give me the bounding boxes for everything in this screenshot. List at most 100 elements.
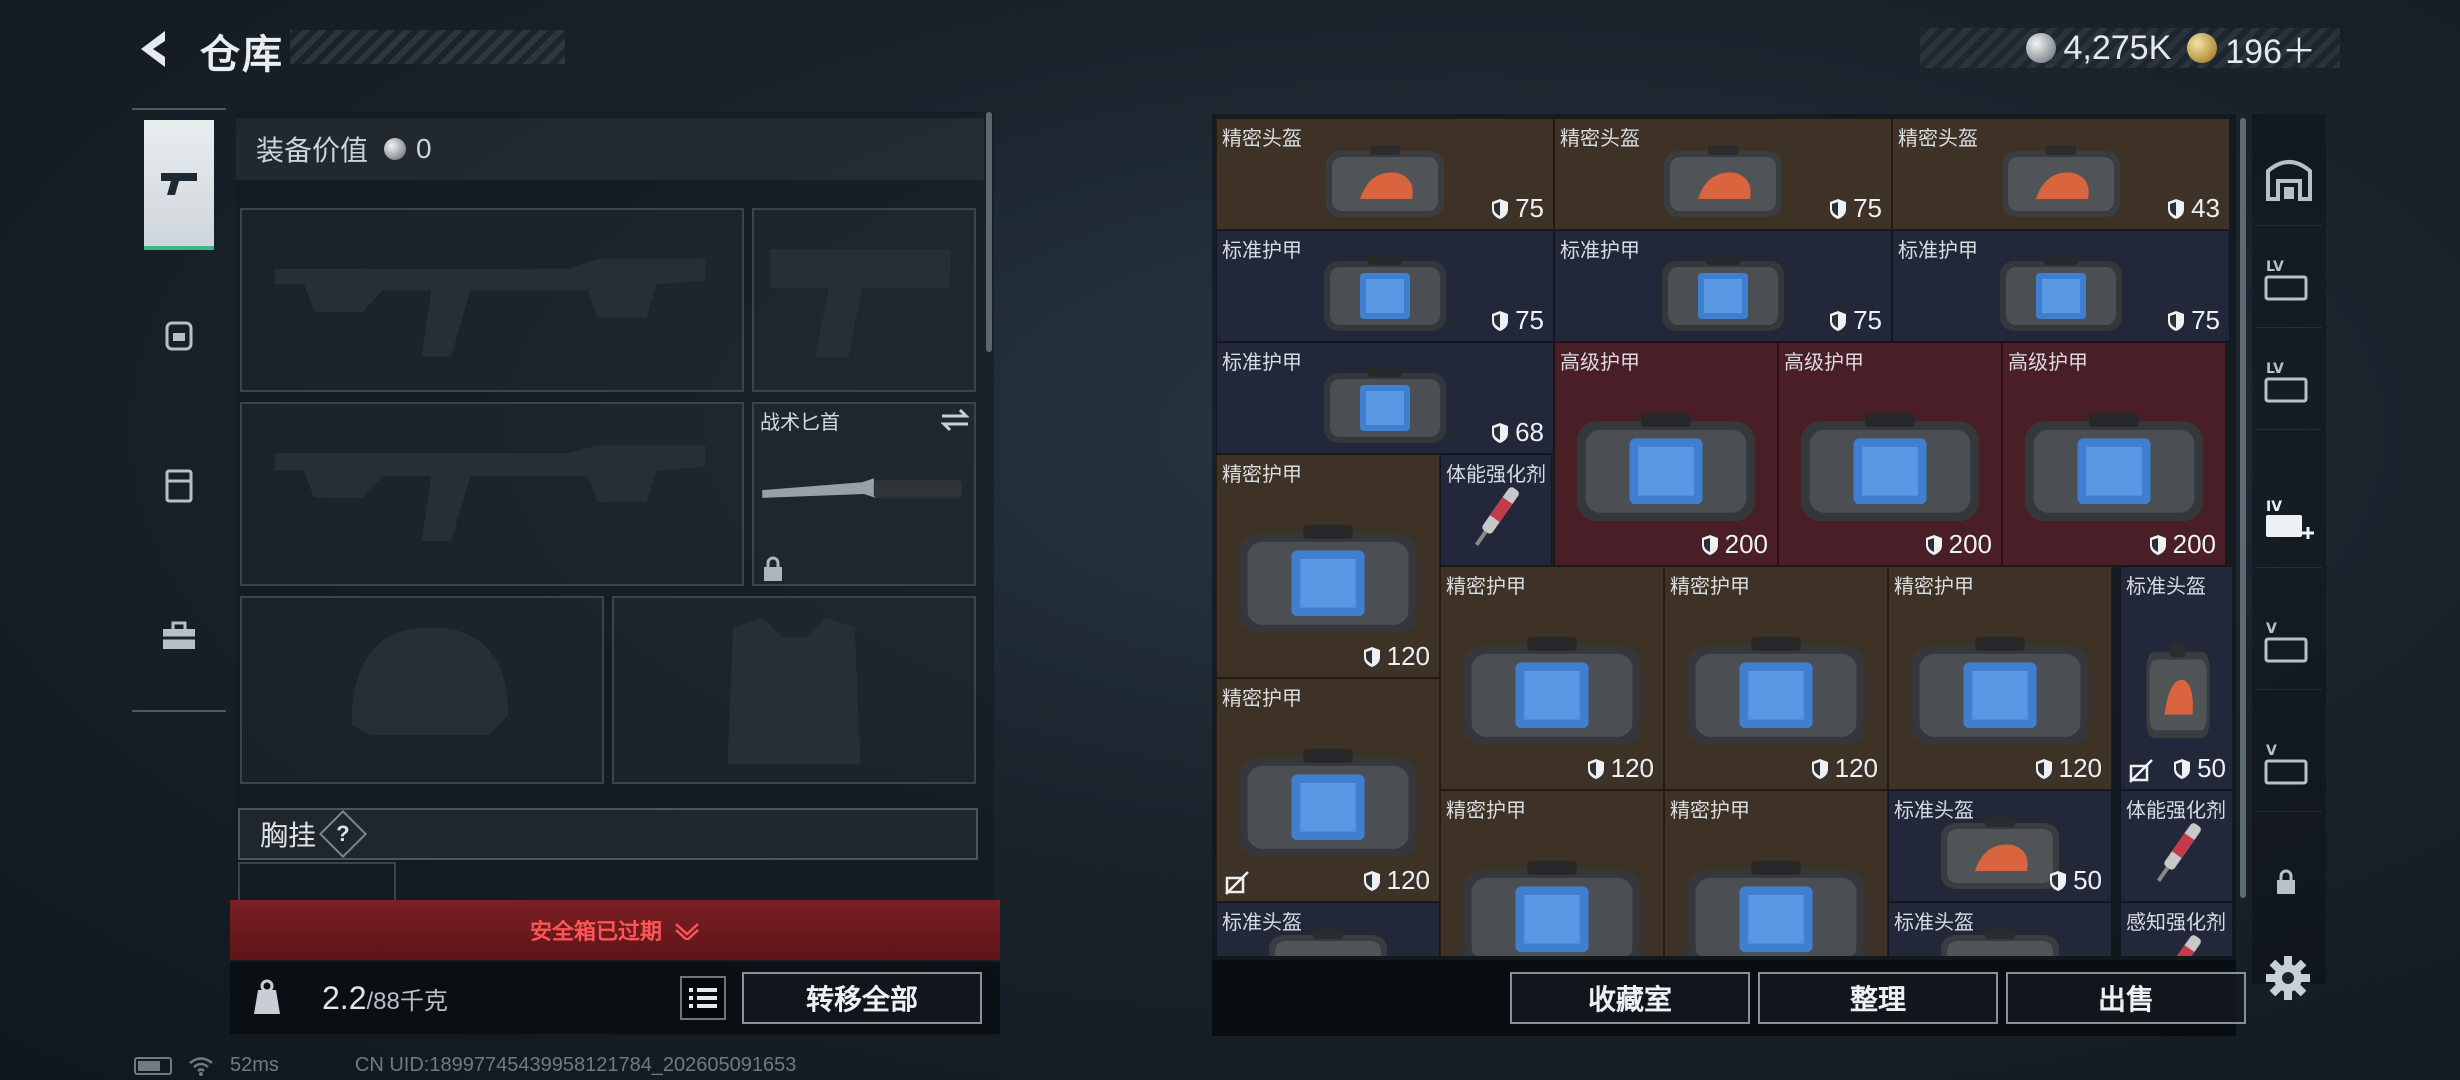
item-name: 标准护甲	[1222, 352, 1302, 374]
secondary-weapon-slot[interactable]	[752, 208, 976, 392]
collection-button[interactable]: 收藏室	[1510, 972, 1750, 1024]
sidebar-tab-weapons[interactable]	[144, 120, 214, 250]
storage-item[interactable]: 标准护甲 68	[1216, 342, 1554, 454]
armor-bag-icon	[1686, 861, 1866, 956]
chest-rig-slot[interactable]	[238, 862, 396, 902]
durability-shield-icon	[1492, 198, 1509, 219]
list-view-button[interactable]	[680, 976, 726, 1020]
sell-button[interactable]: 出售	[2006, 972, 2246, 1024]
user-uid: CN UID:18997745439958121784_202605091653	[354, 1054, 797, 1076]
storage-item[interactable]: 精密护甲	[1664, 790, 1888, 956]
knife-label: 战术匕首	[760, 412, 840, 434]
storage-item[interactable]: 精密护甲 120	[1888, 566, 2112, 790]
silver-currency[interactable]: 4,275K	[2025, 28, 2172, 68]
no-drop-icon	[1225, 871, 1249, 895]
item-durability: 200	[2149, 529, 2216, 560]
storage-item[interactable]: 标准头盔 50	[1888, 790, 2112, 902]
durability-value: 50	[2073, 865, 2102, 895]
sidebar-tab-storage[interactable]	[2256, 130, 2322, 226]
gold-currency[interactable]: 196＋	[2187, 24, 2316, 73]
chest-rig-label: 胸挂	[260, 820, 317, 851]
level-add-icon: IV	[2266, 499, 2314, 539]
durability-value: 75	[1515, 305, 1544, 335]
sidebar-tab-items[interactable]	[144, 420, 214, 550]
equipment-value: 0	[416, 133, 432, 164]
armor-bag-icon	[1238, 525, 1418, 634]
storage-item[interactable]: 精密护甲	[1440, 790, 1664, 956]
item-name: 精密护甲	[1446, 576, 1526, 598]
sidebar-tab-gear[interactable]	[144, 270, 214, 400]
armor-slot[interactable]	[612, 596, 976, 784]
equipment-scrollbar[interactable]	[986, 112, 992, 352]
sidebar-tab-lv2[interactable]: LV	[2256, 334, 2322, 430]
durability-value: 120	[1386, 641, 1430, 671]
storage-item[interactable]: 精密头盔 75	[1216, 118, 1554, 230]
list-icon	[689, 988, 717, 1008]
durability-shield-icon	[1925, 534, 1942, 555]
sidebar-tab-lv6[interactable]: V	[2256, 716, 2322, 812]
toolbox-icon	[163, 621, 195, 649]
primary-weapon-slot-2[interactable]	[240, 402, 744, 586]
sidebar-tab-lv1[interactable]: LV	[2256, 232, 2322, 328]
storage-item[interactable]: 高级护甲 200	[1778, 342, 2002, 566]
item-durability: 75	[2167, 305, 2220, 336]
sidebar-tab-lv-add[interactable]: IV	[2256, 472, 2322, 568]
storage-item[interactable]: 精密护甲 120	[1216, 678, 1440, 902]
settings-gear-icon[interactable]	[2262, 952, 2314, 1004]
item-name: 精密头盔	[1898, 128, 1978, 150]
level-card-icon: V	[2264, 621, 2308, 662]
storage-item[interactable]: 精密头盔 75	[1554, 118, 1892, 230]
storage-item[interactable]: 标准头盔	[1888, 902, 2112, 956]
warehouse-icon	[2266, 159, 2312, 201]
swap-icon[interactable]	[938, 406, 972, 434]
level-card-icon: LV	[2264, 361, 2308, 402]
durability-value: 120	[2058, 753, 2102, 783]
sidebar-tab-tools[interactable]	[144, 570, 214, 700]
help-icon[interactable]: ?	[318, 809, 368, 859]
safe-box-expired-banner[interactable]: 安全箱已过期	[230, 900, 1000, 960]
storage-item[interactable]: 体能强化剂	[2120, 790, 2232, 902]
durability-shield-icon	[1811, 758, 1828, 779]
storage-item[interactable]: 标准头盔	[1216, 902, 1440, 956]
transfer-all-button[interactable]: 转移全部	[742, 972, 982, 1024]
sidebar-tab-lv5[interactable]: V	[2256, 594, 2322, 690]
item-durability: 68	[1491, 417, 1544, 448]
silver-coin-icon	[2025, 33, 2056, 63]
storage-item[interactable]: 高级护甲 200	[2002, 342, 2226, 566]
weight-icon	[254, 979, 280, 1014]
carry-weight: 2.2/88千克	[322, 980, 448, 1017]
durability-shield-icon	[1492, 422, 1509, 443]
back-button[interactable]	[130, 24, 180, 74]
storage-item[interactable]: 标准护甲 75	[1554, 230, 1892, 342]
item-durability: 50	[2173, 753, 2226, 784]
helmet-slot[interactable]	[240, 596, 604, 784]
primary-weapon-slot[interactable]	[240, 208, 744, 392]
item-name: 精密头盔	[1560, 128, 1640, 150]
storage-item[interactable]: 精密护甲 120	[1216, 454, 1440, 678]
durability-value: 50	[2197, 753, 2226, 783]
storage-item[interactable]: 精密护甲 120	[1440, 566, 1664, 790]
armor-bag-icon	[1462, 861, 1642, 956]
durability-value: 43	[2191, 193, 2220, 223]
wifi-icon	[189, 1056, 213, 1076]
durability-value: 120	[1610, 753, 1654, 783]
storage-scrollbar[interactable]	[2240, 118, 2246, 898]
item-name: 标准头盔	[1222, 912, 1302, 934]
organize-button[interactable]: 整理	[1758, 972, 1998, 1024]
storage-item[interactable]: 标准护甲 75	[1892, 230, 2230, 342]
storage-item[interactable]: 精密头盔 43	[1892, 118, 2230, 230]
storage-item[interactable]: 精密护甲 120	[1664, 566, 1888, 790]
status-bar: 52ms CN UID:18997745439958121784_2026050…	[134, 1054, 796, 1077]
storage-item[interactable]: 体能强化剂	[1440, 454, 1552, 566]
durability-shield-icon	[1492, 310, 1509, 331]
storage-item[interactable]: 标准头盔 50	[2120, 566, 2232, 790]
durability-shield-icon	[1363, 646, 1380, 667]
storage-item[interactable]: 标准护甲 75	[1216, 230, 1554, 342]
item-name: 精密头盔	[1222, 128, 1302, 150]
item-name: 标准头盔	[1894, 800, 1974, 822]
storage-item[interactable]: 高级护甲 200	[1554, 342, 1778, 566]
item-name: 标准护甲	[1222, 240, 1302, 262]
storage-item[interactable]: 感知强化剂	[2120, 902, 2232, 956]
silver-amount: 4,275K	[2063, 28, 2172, 67]
durability-value: 200	[2172, 529, 2216, 559]
